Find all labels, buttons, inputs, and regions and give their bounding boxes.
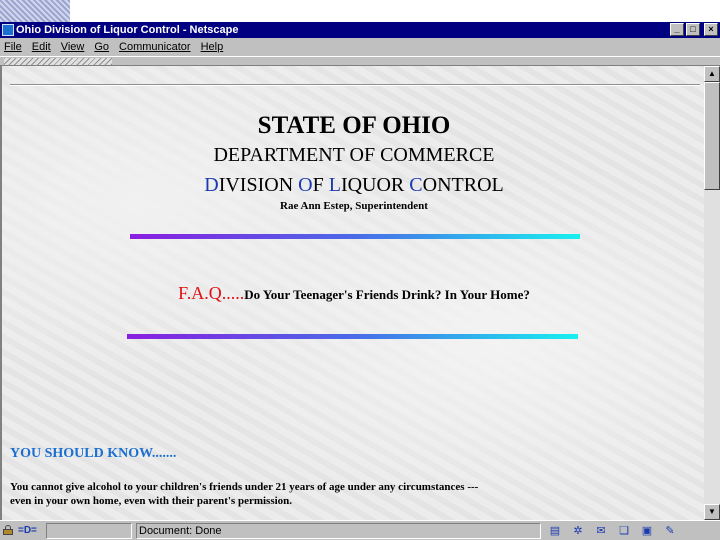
faq-line[interactable]: F.A.Q.....Do Your Teenager's Friends Dri… [2, 283, 704, 304]
status-bar: =D= Document: Done ▤ ✲ ✉ ❏ ▣ ✎ [0, 520, 720, 540]
scroll-up-button[interactable]: ▲ [704, 66, 720, 82]
gradient-divider [130, 234, 580, 239]
scroll-down-button[interactable]: ▼ [704, 504, 720, 520]
info-paragraph: You cannot give alcohol to your children… [10, 480, 530, 508]
mail-icon[interactable]: ✉ [592, 524, 610, 538]
progress-cell [46, 523, 132, 539]
close-button[interactable]: × [704, 23, 718, 36]
paragraph-line: even in your own home, even with their p… [10, 495, 293, 507]
lock-icon[interactable] [3, 525, 13, 535]
vertical-scrollbar[interactable]: ▲ ▼ [704, 66, 720, 520]
minimize-button[interactable]: _ [670, 23, 684, 36]
menu-go[interactable]: Go [94, 41, 109, 53]
faq-label: F.A.Q..... [178, 283, 245, 303]
discussion-icon[interactable]: ❏ [615, 524, 633, 538]
horizontal-rule [10, 84, 700, 86]
decorative-corner-texture [0, 0, 70, 24]
window-title: Ohio Division of Liquor Control - Netsca… [16, 24, 239, 36]
department-heading: DEPARTMENT OF COMMERCE [213, 144, 495, 166]
netscape-icon [2, 24, 14, 36]
menu-help[interactable]: Help [201, 41, 224, 53]
know-heading: YOU SHOULD KNOW....... [10, 446, 177, 461]
status-text: Document: Done [136, 523, 541, 539]
component-bar: ▤ ✲ ✉ ❏ ▣ ✎ [546, 524, 679, 538]
navigator-icon[interactable]: ✲ [569, 524, 587, 538]
title-bar[interactable]: Ohio Division of Liquor Control - Netsca… [0, 22, 720, 38]
faq-question: Do Your Teenager's Friends Drink? In You… [244, 287, 530, 302]
window-controls: _ □ × [670, 23, 718, 36]
connection-icon: =D= [18, 525, 37, 536]
superintendent-line: Rae Ann Estep, Superintendent [280, 200, 428, 212]
page-heading: STATE OF OHIO [257, 112, 451, 139]
composer-icon[interactable]: ▣ [638, 524, 656, 538]
menu-edit[interactable]: Edit [32, 41, 51, 53]
page-content: STATE OF OHIO DEPARTMENT OF COMMERCE DIV… [0, 66, 704, 520]
collapsed-toolbar[interactable] [0, 56, 720, 66]
toolbar-grip[interactable] [4, 58, 112, 65]
menu-bar: File Edit View Go Communicator Help [0, 38, 720, 56]
maximize-button[interactable]: □ [686, 23, 700, 36]
menu-view[interactable]: View [61, 41, 85, 53]
division-heading: DIVISION OF LIQUOR CONTROL [204, 174, 504, 196]
menu-communicator[interactable]: Communicator [119, 41, 191, 53]
scroll-thumb[interactable] [704, 82, 720, 190]
page-icon[interactable]: ▤ [546, 524, 564, 538]
gradient-divider [127, 334, 578, 339]
editor-icon[interactable]: ✎ [661, 524, 679, 538]
menu-file[interactable]: File [4, 41, 22, 53]
paragraph-line: You cannot give alcohol to your children… [10, 481, 479, 493]
